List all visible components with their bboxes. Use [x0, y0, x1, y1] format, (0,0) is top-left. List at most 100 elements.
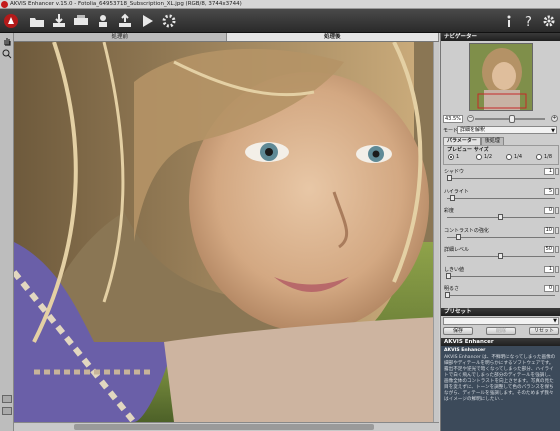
image-canvas[interactable] [14, 42, 439, 422]
canvas-horizontal-scrollbar[interactable] [14, 422, 439, 431]
mode-label: モード [443, 128, 459, 134]
upload-share-button[interactable] [116, 12, 134, 30]
title-bar: AKVIS Enhancer v.15.0 - Fotolia_64953718… [0, 0, 560, 9]
svg-text:?: ? [525, 15, 532, 29]
help-panel: AKVIS Enhancer AKVIS Enhancer は、不鮮明になってし… [441, 346, 560, 431]
param-row: ハイライト 5 [443, 187, 559, 203]
param-slider-knob[interactable] [498, 214, 503, 220]
left-toolbar [0, 33, 14, 431]
param-slider-knob[interactable] [446, 272, 452, 279]
open-image-button[interactable] [28, 12, 46, 30]
akvis-logo-icon [2, 12, 20, 30]
param-value-field[interactable]: 1 [544, 168, 554, 175]
param-slider[interactable] [447, 295, 555, 296]
run-button[interactable] [138, 12, 156, 30]
zoom-controls: 43.5% − + [443, 115, 559, 123]
print-button[interactable] [72, 12, 90, 30]
preview-size-label: プレビュー サイズ [447, 147, 489, 153]
param-label: コントラストの強化 [444, 227, 489, 234]
spinner-arrows-icon[interactable] [555, 207, 559, 214]
param-row: しきい値 1 [443, 265, 559, 281]
param-value-field[interactable]: 50 [544, 246, 554, 253]
radio-dot-icon [448, 154, 454, 160]
param-row: コントラストの強化 10 [443, 226, 559, 242]
parameter-tabs: パラメーター 後処理 [443, 137, 504, 145]
param-value-field[interactable]: 0 [544, 285, 554, 292]
param-slider-knob[interactable] [445, 292, 450, 298]
spinner-arrows-icon[interactable] [555, 226, 559, 234]
preview-size-radio-1[interactable]: 1 [448, 154, 459, 160]
save-preset-button[interactable]: 保存 [443, 327, 473, 335]
param-slider[interactable] [447, 178, 555, 179]
help-title: AKVIS Enhancer [444, 348, 486, 353]
tab-post-processing[interactable]: 後処理 [480, 137, 504, 145]
tab-parameters[interactable]: パラメーター [443, 137, 481, 145]
compare-view-icon[interactable] [2, 395, 12, 403]
param-value-field[interactable]: 10 [544, 226, 554, 234]
mode-row: モード 詳細を解釈 ▼ [443, 126, 559, 135]
mode-value: 詳細を解釈 [460, 127, 486, 133]
preset-buttons: 保存 削除 リセット [443, 327, 559, 336]
param-row: 彩度 0 [443, 207, 559, 222]
param-slider-knob[interactable] [498, 253, 503, 259]
preview-size-radio-half[interactable]: 1/2 [476, 154, 492, 160]
main-toolbar: ? [0, 9, 560, 33]
preview-size-radio-quarter[interactable]: 1/4 [506, 154, 522, 160]
save-image-button[interactable] [50, 12, 68, 30]
zoom-out-button[interactable]: − [467, 115, 474, 122]
param-value-field[interactable]: 0 [544, 207, 554, 214]
window-title: AKVIS Enhancer v.15.0 - Fotolia_64953718… [10, 1, 242, 7]
chevron-down-icon: ▼ [551, 128, 555, 134]
spinner-arrows-icon[interactable] [555, 187, 559, 195]
param-value-field[interactable]: 1 [544, 265, 554, 273]
param-slider[interactable] [447, 275, 555, 277]
radio-dot-icon [536, 154, 542, 160]
param-slider[interactable] [447, 197, 555, 199]
spinner-arrows-icon[interactable] [555, 285, 559, 292]
hand-tool-icon[interactable] [2, 36, 12, 46]
settings-panel: ナビゲーター 43.5% − + モード 詳細を解釈 ▼ パラメーター 後処理 … [440, 33, 560, 431]
delete-preset-button[interactable]: 削除 [486, 327, 516, 335]
help-button[interactable]: ? [520, 12, 538, 30]
zoom-slider-knob[interactable] [509, 115, 515, 123]
view-tabs: 処理前 処理後 [14, 33, 439, 42]
param-label: 詳細レベル [444, 247, 470, 253]
zoom-level-field[interactable]: 43.5% [443, 115, 463, 123]
settings-gear-button[interactable] [160, 12, 178, 30]
help-text: AKVIS Enhancer は、不鮮明になってしまった画像の細部やディテールを… [444, 355, 556, 402]
preview-size-radio-eighth[interactable]: 1/8 [536, 154, 552, 160]
tab-after[interactable]: 処理後 [226, 33, 439, 41]
spinner-arrows-icon[interactable] [555, 246, 559, 253]
app-logo-icon [1, 1, 8, 8]
param-slider-knob[interactable] [450, 194, 456, 201]
spinner-arrows-icon[interactable] [555, 168, 559, 175]
preview-size-group: プレビュー サイズ 1 1/2 1/4 1/8 [443, 145, 559, 165]
zoom-tool-icon[interactable] [2, 49, 12, 59]
navigator-header: ナビゲーター [441, 33, 560, 41]
info-button[interactable] [500, 12, 518, 30]
navigator-preview[interactable] [469, 43, 533, 111]
help-header: AKVIS Enhancer [441, 338, 560, 346]
preferences-gear-icon[interactable] [540, 12, 558, 30]
param-label: シャドウ [444, 169, 465, 175]
batch-button[interactable] [94, 12, 112, 30]
preset-select[interactable]: ▼ [443, 317, 559, 325]
param-label: 彩度 [444, 208, 455, 214]
spinner-arrows-icon[interactable] [555, 265, 559, 273]
param-slider-knob[interactable] [447, 175, 453, 181]
scrollbar-thumb[interactable] [74, 424, 374, 430]
param-slider[interactable] [447, 236, 555, 238]
split-view-icon[interactable] [2, 407, 12, 415]
param-value-field[interactable]: 5 [544, 187, 554, 195]
mode-select[interactable]: 詳細を解釈 ▼ [457, 126, 557, 134]
canvas-vertical-scrollbar[interactable] [433, 42, 439, 422]
zoom-in-button[interactable]: + [551, 115, 558, 122]
tab-before[interactable]: 処理前 [14, 33, 227, 41]
param-slider-knob[interactable] [455, 233, 461, 240]
chevron-down-icon: ▼ [553, 318, 557, 324]
reset-button[interactable]: リセット [529, 327, 559, 335]
radio-dot-icon [506, 154, 512, 160]
param-row: 詳細レベル 50 [443, 246, 559, 261]
param-row: 明るさ 0 [443, 285, 559, 300]
radio-dot-icon [476, 154, 482, 160]
